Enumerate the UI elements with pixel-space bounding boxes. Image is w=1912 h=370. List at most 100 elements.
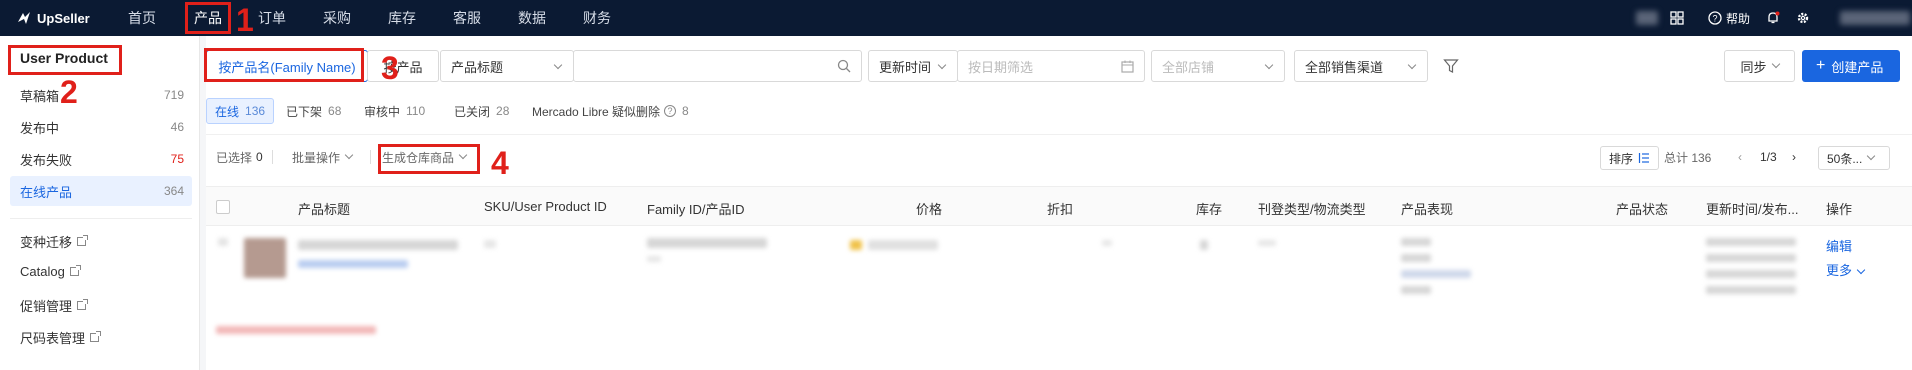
tab-count: 28: [496, 104, 510, 118]
nav-purchase[interactable]: 采购: [323, 0, 351, 36]
channel-select[interactable]: 全部销售渠道: [1294, 50, 1428, 82]
discount-text: [1102, 240, 1112, 246]
nav-inventory[interactable]: 库存: [388, 0, 416, 36]
page-label: 1/3: [1760, 150, 1777, 164]
sidebar-link-variant-migration[interactable]: 变种迁移: [20, 232, 89, 251]
divider: [206, 134, 1912, 135]
nav-orders[interactable]: 订单: [258, 0, 286, 36]
tab-reviewing[interactable]: 审核中 110: [356, 98, 433, 124]
sidebar-item-failed[interactable]: 发布失败 75: [10, 144, 192, 174]
external-link-icon: [77, 299, 89, 310]
apps-grid-icon[interactable]: [1670, 11, 1684, 25]
listing-type-text: [1258, 240, 1276, 246]
title-select-value: 产品标题: [451, 59, 504, 75]
help-label[interactable]: 帮助: [1726, 10, 1750, 27]
time-type-select[interactable]: 更新时间: [868, 50, 958, 82]
page-size-label: 50条...: [1827, 151, 1863, 166]
annotation-number-2: 2: [60, 74, 78, 110]
user-avatar-name[interactable]: [1840, 11, 1911, 25]
annotation-box-4: [378, 144, 480, 174]
prev-page-button[interactable]: ‹: [1738, 144, 1742, 170]
time-select-value: 更新时间: [879, 59, 932, 75]
total-count: 总计 136: [1664, 144, 1711, 170]
sidebar-item-label: 发布失败: [20, 152, 73, 168]
selection-info: 已选择 0: [216, 144, 263, 170]
col-sku: SKU/User Product ID: [484, 199, 607, 214]
tab-label: 审核中: [364, 104, 401, 119]
annotation-number-1: 1: [236, 2, 254, 38]
main-content: 按产品名(Family Name) 按产品 产品标题 更新时间 按日期筛选 全部…: [206, 36, 1912, 370]
search-input[interactable]: [573, 50, 862, 82]
selected-label: 已选择: [216, 150, 253, 165]
sidebar-link-promotions[interactable]: 促销管理: [20, 296, 89, 315]
account-info[interactable]: [1636, 11, 1658, 25]
annotation-number-4: 4: [491, 145, 509, 181]
stock-text: [1200, 240, 1208, 250]
bell-icon[interactable]: [1766, 11, 1780, 25]
nav-data[interactable]: 数据: [518, 0, 546, 36]
chevron-down-icon: [1867, 151, 1876, 161]
filter-funnel-icon[interactable]: [1443, 58, 1459, 74]
sidebar-link-catalog[interactable]: Catalog: [20, 264, 81, 279]
external-link-icon: [77, 235, 89, 246]
batch-actions-dropdown[interactable]: 批量操作: [292, 144, 354, 170]
tab-online[interactable]: 在线 136: [206, 98, 275, 124]
help-icon[interactable]: ?: [1708, 11, 1722, 25]
date-filter-input[interactable]: 按日期筛选: [957, 50, 1145, 82]
select-all-checkbox[interactable]: [216, 200, 230, 214]
annotation-box-1: [185, 2, 231, 34]
page-size-select[interactable]: 50条...: [1818, 146, 1890, 170]
question-icon[interactable]: ?: [664, 105, 677, 117]
row-checkbox[interactable]: [218, 238, 228, 246]
nav-finance[interactable]: 财务: [583, 0, 611, 36]
performance-line: [1401, 286, 1431, 294]
product-link[interactable]: [298, 260, 408, 268]
search-icon[interactable]: [837, 59, 851, 73]
tab-mercado-deleted[interactable]: Mercado Libre 疑似删除? 8: [524, 98, 697, 124]
settings-gear-icon[interactable]: [1796, 11, 1810, 25]
chevron-right-icon: ›: [1792, 150, 1796, 164]
chevron-left-icon: ‹: [1738, 150, 1742, 164]
chevron-down-icon: [937, 60, 947, 70]
selected-count: 0: [256, 150, 263, 164]
upseller-logo[interactable]: UpSeller: [16, 9, 90, 27]
product-title-text[interactable]: [298, 240, 458, 250]
sidebar-item-publishing[interactable]: 发布中 46: [10, 112, 192, 142]
chevron-down-icon: [1856, 265, 1866, 275]
channel-select-value: 全部销售渠道: [1305, 59, 1384, 75]
store-select[interactable]: 全部店铺: [1151, 50, 1285, 82]
chevron-down-icon: [1264, 60, 1274, 70]
external-link-icon: [69, 265, 81, 276]
nav-service[interactable]: 客服: [453, 0, 481, 36]
tab-count: 8: [682, 104, 689, 118]
by-product-toggle[interactable]: 按产品: [367, 50, 439, 82]
sidebar-link-size-chart[interactable]: 尺码表管理: [20, 328, 102, 347]
tab-closed[interactable]: 已关闭 28: [446, 98, 517, 124]
published-time-text: [1706, 286, 1796, 294]
sort-button[interactable]: 排序: [1600, 146, 1660, 170]
tab-count: 110: [406, 104, 426, 118]
product-thumbnail[interactable]: [244, 238, 286, 278]
sidebar-item-label: 在线产品: [20, 184, 73, 200]
more-actions-link[interactable]: 更多: [1826, 260, 1866, 279]
toolbar-separator: [272, 150, 273, 164]
edit-link[interactable]: 编辑: [1826, 236, 1852, 255]
col-price: 价格: [916, 202, 943, 217]
page-indicator: 1/3: [1760, 144, 1777, 170]
sidebar-item-label: 发布中: [20, 120, 60, 136]
next-page-button[interactable]: ›: [1792, 144, 1796, 170]
updated-time-text: [1706, 254, 1796, 262]
sidebar-item-online[interactable]: 在线产品 364: [10, 176, 192, 206]
annotation-box-2: [8, 45, 122, 75]
sidebar: User Product 草稿箱 719 发布中 46 发布失败 75 在线产品…: [0, 36, 200, 370]
tab-delisted[interactable]: 已下架 68: [278, 98, 349, 124]
nav-home[interactable]: 首页: [128, 0, 156, 36]
title-field-select[interactable]: 产品标题: [440, 50, 574, 82]
col-listing-type: 刊登类型/物流类型: [1258, 202, 1366, 217]
sidebar-link-label: 尺码表管理: [20, 331, 86, 346]
sidebar-item-drafts[interactable]: 草稿箱 719: [10, 80, 192, 110]
published-time-text: [1706, 270, 1796, 278]
sidebar-item-count: 719: [163, 88, 184, 102]
sync-button[interactable]: 同步: [1724, 50, 1795, 82]
create-product-button[interactable]: + 创建产品: [1802, 50, 1900, 82]
